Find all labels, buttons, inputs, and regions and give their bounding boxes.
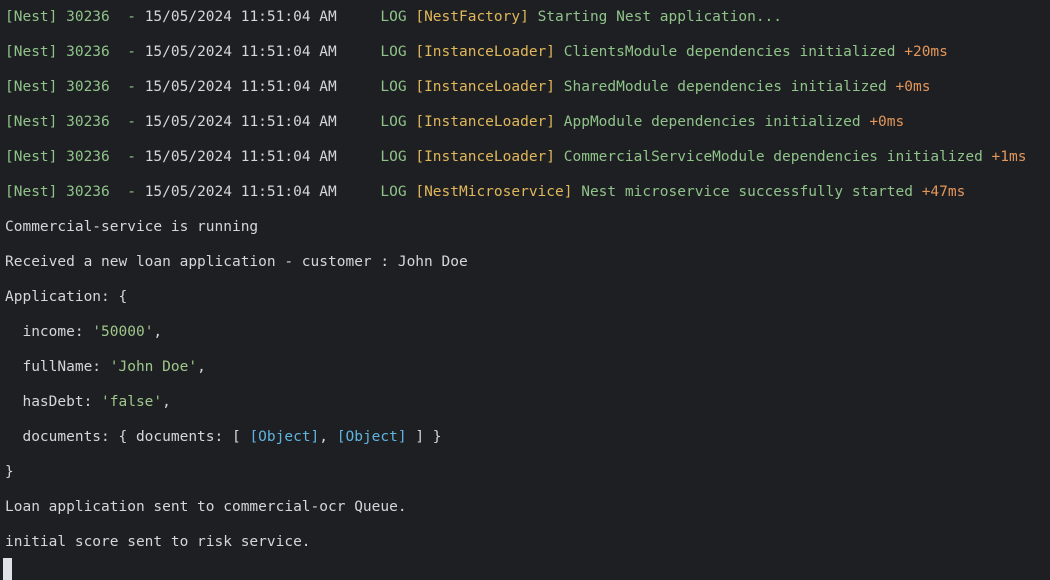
output-sent-ocr: Loan application sent to commercial-ocr …	[5, 499, 407, 515]
log-context: [InstanceLoader]	[415, 44, 556, 60]
output-fullname-line: fullName: 'John Doe',	[5, 357, 206, 377]
hasdebt-comma: ,	[162, 394, 171, 410]
log-timestamp: 15/05/2024 11:51:04 AM	[144, 44, 337, 60]
log-context: [InstanceLoader]	[415, 79, 556, 95]
log-prefix: [Nest] 30236 -	[5, 114, 145, 130]
log-timestamp: 15/05/2024 11:51:04 AM	[144, 9, 337, 25]
fullname-key: fullName:	[5, 359, 110, 375]
log-timestamp: 15/05/2024 11:51:04 AM	[144, 114, 337, 130]
fullname-comma: ,	[197, 359, 206, 375]
income-value: '50000'	[92, 324, 154, 340]
output-running: Commercial-service is running	[5, 219, 259, 235]
log-level: LOG	[380, 114, 407, 130]
log-prefix: [Nest] 30236 -	[5, 9, 145, 25]
log-duration: +1ms	[991, 149, 1027, 165]
log-timestamp: 15/05/2024 11:51:04 AM	[144, 149, 337, 165]
log-duration: +20ms	[904, 44, 948, 60]
documents-object-2: [Object]	[336, 429, 407, 445]
hasdebt-key: hasDebt:	[5, 394, 102, 410]
fullname-value: 'John Doe'	[109, 359, 198, 375]
log-prefix: [Nest] 30236 -	[5, 149, 145, 165]
log-message: CommercialServiceModule dependencies ini…	[563, 149, 983, 165]
log-context: [InstanceLoader]	[415, 149, 556, 165]
hasdebt-value: 'false'	[101, 394, 163, 410]
log-duration: +0ms	[895, 79, 931, 95]
income-key: income:	[5, 324, 93, 340]
log-message: ClientsModule dependencies initialized	[563, 44, 896, 60]
log-prefix: [Nest] 30236 -	[5, 184, 145, 200]
log-line: [Nest] 30236 - 15/05/2024 11:51:04 AM LO…	[5, 182, 965, 202]
log-level: LOG	[380, 79, 407, 95]
log-message: Starting Nest application...	[537, 9, 783, 25]
log-message: Nest microservice successfully started	[581, 184, 913, 200]
log-timestamp: 15/05/2024 11:51:04 AM	[144, 184, 337, 200]
documents-close: ] }	[406, 429, 442, 445]
log-line: [Nest] 30236 - 15/05/2024 11:51:04 AM LO…	[5, 112, 904, 132]
output-application-close: }	[5, 464, 14, 480]
output-application-open: Application: {	[5, 289, 128, 305]
output-documents-line: documents: { documents: [ [Object], [Obj…	[5, 427, 442, 447]
log-message: AppModule dependencies initialized	[563, 114, 861, 130]
output-hasdebt-line: hasDebt: 'false',	[5, 392, 171, 412]
log-line: [Nest] 30236 - 15/05/2024 11:51:04 AM LO…	[5, 77, 930, 97]
log-duration: +0ms	[869, 114, 905, 130]
log-context: [NestFactory]	[415, 9, 529, 25]
log-level: LOG	[380, 44, 407, 60]
log-line: [Nest] 30236 - 15/05/2024 11:51:04 AM LO…	[5, 7, 782, 27]
log-level: LOG	[380, 9, 407, 25]
log-line: [Nest] 30236 - 15/05/2024 11:51:04 AM LO…	[5, 147, 1026, 167]
log-line: [Nest] 30236 - 15/05/2024 11:51:04 AM LO…	[5, 42, 948, 62]
log-context: [InstanceLoader]	[415, 114, 556, 130]
log-duration: +47ms	[921, 184, 966, 200]
documents-separator: ,	[319, 429, 337, 445]
log-prefix: [Nest] 30236 -	[5, 79, 145, 95]
terminal-cursor	[3, 558, 12, 580]
documents-object-1: [Object]	[249, 429, 320, 445]
log-message: SharedModule dependencies initialized	[563, 79, 887, 95]
output-sent-risk: initial score sent to risk service.	[5, 534, 311, 550]
terminal-window[interactable]: [Nest] 30236 - 15/05/2024 11:51:04 AM LO…	[0, 0, 1050, 580]
documents-key: documents: { documents: [	[5, 429, 250, 445]
log-level: LOG	[380, 149, 407, 165]
log-context: [NestMicroservice]	[415, 184, 573, 200]
output-income-line: income: '50000',	[5, 322, 162, 342]
log-timestamp: 15/05/2024 11:51:04 AM	[144, 79, 337, 95]
log-level: LOG	[380, 184, 407, 200]
log-prefix: [Nest] 30236 -	[5, 44, 145, 60]
income-comma: ,	[153, 324, 163, 340]
output-received: Received a new loan application - custom…	[5, 254, 468, 270]
